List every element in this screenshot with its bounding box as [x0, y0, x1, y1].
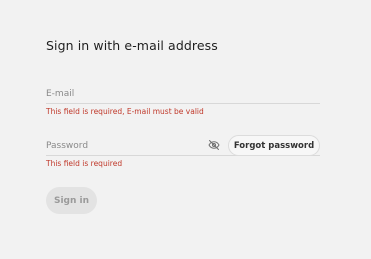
- toggle-password-visibility-button[interactable]: [208, 139, 220, 151]
- forgot-password-button[interactable]: Forgot password: [228, 135, 320, 156]
- eye-off-icon: [208, 140, 220, 150]
- page-title: Sign in with e-mail address: [46, 38, 218, 53]
- email-field[interactable]: [46, 84, 320, 103]
- email-error-message: This field is required, E-mail must be v…: [46, 107, 204, 116]
- sign-in-page: Sign in with e-mail address This field i…: [0, 0, 371, 259]
- sign-in-button[interactable]: Sign in: [46, 187, 97, 214]
- password-input-row: Forgot password: [46, 135, 320, 156]
- email-field-group: This field is required, E-mail must be v…: [46, 84, 320, 116]
- password-error-message: This field is required: [46, 159, 123, 168]
- password-field[interactable]: [46, 136, 201, 155]
- email-input-row: [46, 84, 320, 104]
- password-field-group: Forgot password This field is required: [46, 135, 320, 168]
